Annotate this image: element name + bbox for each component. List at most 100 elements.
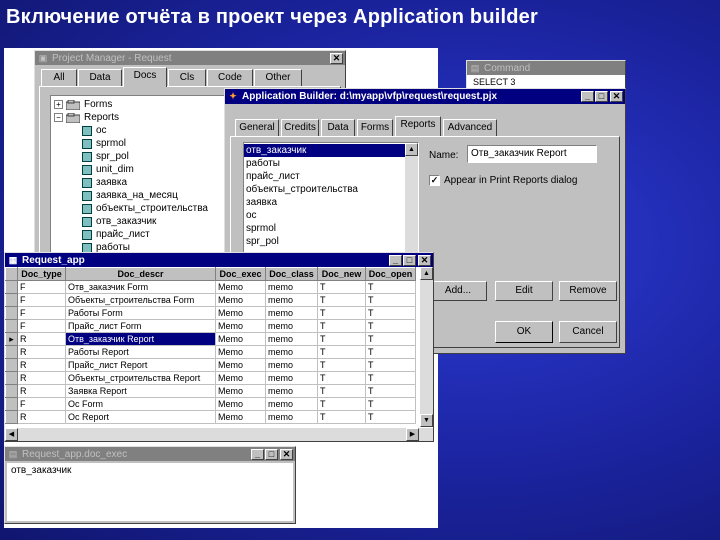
- command-titlebar[interactable]: ▤ Command: [467, 61, 625, 75]
- column-header[interactable]: Doc_type: [17, 267, 66, 281]
- table-cell[interactable]: Memo: [215, 371, 266, 385]
- table-cell[interactable]: T: [317, 293, 366, 307]
- row-selector[interactable]: [5, 319, 18, 333]
- table-cell[interactable]: Memo: [215, 410, 266, 424]
- table-row[interactable]: ▸ R Отв_заказчик Report Memo memo T T: [5, 332, 416, 346]
- table-cell[interactable]: T: [317, 332, 366, 346]
- table-row[interactable]: F Прайс_лист Form Memo memo T T: [5, 319, 416, 333]
- add-button[interactable]: Add...: [429, 281, 487, 301]
- table-cell[interactable]: Объекты_строительства Report: [65, 371, 216, 385]
- table-cell[interactable]: T: [317, 371, 366, 385]
- table-cell[interactable]: Memo: [215, 332, 266, 346]
- tab-data[interactable]: Data: [321, 119, 355, 137]
- table-cell[interactable]: Memo: [215, 306, 266, 320]
- browse-titlebar[interactable]: ▦ Request_app _ □ ✕: [5, 253, 433, 267]
- table-row[interactable]: R Работы Report Memo memo T T: [5, 345, 416, 359]
- table-cell[interactable]: Прайс_лист Report: [65, 358, 216, 372]
- report-list-item[interactable]: работы: [244, 157, 418, 170]
- close-icon[interactable]: ✕: [610, 91, 623, 102]
- minimize-icon[interactable]: _: [389, 254, 402, 266]
- table-cell[interactable]: Работы Report: [65, 345, 216, 359]
- row-selector[interactable]: [5, 345, 18, 359]
- report-list-item[interactable]: отв_заказчик: [244, 144, 418, 157]
- table-cell[interactable]: R: [17, 384, 66, 398]
- maximize-icon[interactable]: □: [595, 91, 608, 102]
- scroll-right-icon[interactable]: ▶: [406, 428, 419, 441]
- tab-general[interactable]: General: [235, 119, 279, 137]
- expander-icon[interactable]: +: [54, 100, 63, 109]
- report-list-item[interactable]: прайс_лист: [244, 170, 418, 183]
- row-selector[interactable]: [5, 293, 18, 307]
- maximize-icon[interactable]: □: [403, 254, 416, 266]
- minimize-icon[interactable]: _: [251, 448, 264, 460]
- row-selector[interactable]: ▸: [5, 332, 18, 346]
- column-header[interactable]: Doc_open: [365, 267, 416, 281]
- tab-reports[interactable]: Reports: [395, 116, 441, 136]
- memo-window[interactable]: ▤ Request_app.doc_exec _ □ ✕ отв_заказчи…: [4, 446, 296, 524]
- table-cell[interactable]: memo: [265, 319, 318, 333]
- table-cell[interactable]: Отв_заказчик Form: [65, 280, 216, 294]
- table-cell[interactable]: Memo: [215, 384, 266, 398]
- report-list-item[interactable]: sprmol: [244, 222, 418, 235]
- report-list-item[interactable]: spr_pol: [244, 235, 418, 248]
- scroll-left-icon[interactable]: ◀: [5, 428, 18, 441]
- table-cell[interactable]: memo: [265, 345, 318, 359]
- memo-editor[interactable]: отв_заказчик: [7, 463, 293, 521]
- tab-code[interactable]: Code: [207, 69, 253, 87]
- table-cell[interactable]: memo: [265, 384, 318, 398]
- edit-button[interactable]: Edit: [495, 281, 553, 301]
- browse-hscroll[interactable]: ◀ ▶: [5, 428, 433, 441]
- table-cell[interactable]: R: [17, 410, 66, 424]
- table-cell[interactable]: T: [365, 332, 416, 346]
- scroll-up-icon[interactable]: ▲: [405, 143, 418, 156]
- minimize-icon[interactable]: _: [581, 91, 594, 102]
- tab-other[interactable]: Other: [254, 69, 302, 87]
- tab-docs[interactable]: Docs: [123, 67, 167, 87]
- tab-forms[interactable]: Forms: [357, 119, 393, 137]
- maximize-icon[interactable]: □: [265, 448, 278, 460]
- table-cell[interactable]: memo: [265, 358, 318, 372]
- table-cell[interactable]: F: [17, 319, 66, 333]
- table-row[interactable]: F Объекты_строительства Form Memo memo T T: [5, 293, 416, 307]
- report-list-item[interactable]: заявка: [244, 196, 418, 209]
- table-cell[interactable]: T: [317, 319, 366, 333]
- table-cell[interactable]: Ос Form: [65, 397, 216, 411]
- row-selector[interactable]: [5, 384, 18, 398]
- column-header[interactable]: Doc_descr: [65, 267, 216, 281]
- table-row[interactable]: R Заявка Report Memo memo T T: [5, 384, 416, 398]
- name-field[interactable]: Отв_заказчик Report: [467, 145, 597, 163]
- table-cell[interactable]: F: [17, 293, 66, 307]
- report-list-scrollbar[interactable]: ▲: [405, 143, 418, 253]
- column-header[interactable]: Doc_new: [317, 267, 366, 281]
- table-cell[interactable]: memo: [265, 293, 318, 307]
- table-cell[interactable]: Memo: [215, 319, 266, 333]
- table-cell[interactable]: T: [317, 384, 366, 398]
- table-cell[interactable]: R: [17, 358, 66, 372]
- row-selector[interactable]: [5, 371, 18, 385]
- table-cell[interactable]: memo: [265, 410, 318, 424]
- table-cell[interactable]: Memo: [215, 280, 266, 294]
- command-window[interactable]: ▤ Command SELECT 3: [466, 60, 626, 90]
- table-cell[interactable]: T: [365, 293, 416, 307]
- tab-advanced[interactable]: Advanced: [443, 119, 497, 137]
- table-cell[interactable]: memo: [265, 332, 318, 346]
- row-selector[interactable]: [5, 410, 18, 424]
- table-row[interactable]: F Отв_заказчик Form Memo memo T T: [5, 280, 416, 294]
- table-row[interactable]: R Ос Report Memo memo T T: [5, 410, 416, 424]
- table-cell[interactable]: Отв_заказчик Report: [65, 332, 216, 346]
- project-manager-titlebar[interactable]: ▣ Project Manager - Request ✕: [35, 51, 345, 65]
- column-header[interactable]: Doc_class: [265, 267, 318, 281]
- row-selector[interactable]: [5, 397, 18, 411]
- table-cell[interactable]: memo: [265, 306, 318, 320]
- table-cell[interactable]: T: [365, 410, 416, 424]
- row-selector[interactable]: [5, 358, 18, 372]
- table-cell[interactable]: R: [17, 345, 66, 359]
- table-cell[interactable]: Memo: [215, 358, 266, 372]
- table-cell[interactable]: T: [365, 345, 416, 359]
- table-cell[interactable]: T: [365, 306, 416, 320]
- table-cell[interactable]: Заявка Report: [65, 384, 216, 398]
- table-cell[interactable]: T: [317, 358, 366, 372]
- table-cell[interactable]: T: [317, 280, 366, 294]
- table-cell[interactable]: T: [317, 410, 366, 424]
- expander-icon[interactable]: −: [54, 113, 63, 122]
